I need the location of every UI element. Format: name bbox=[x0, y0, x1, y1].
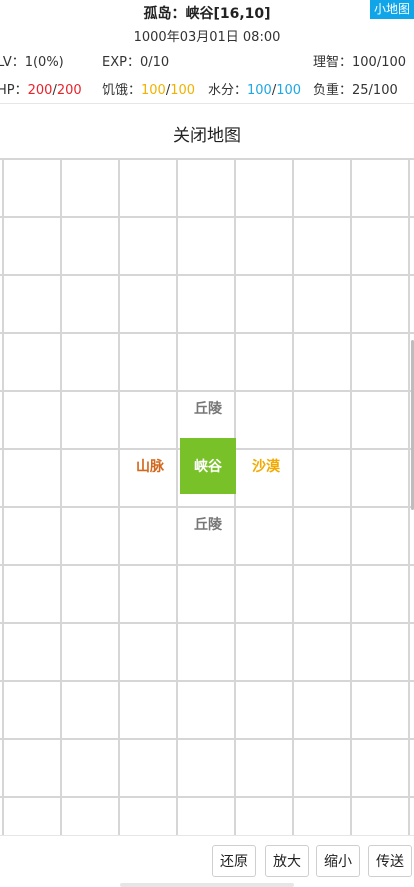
status-header: 孤岛：峡谷[16,10] 1000年03月01日 08:00 小地图 LV：1(… bbox=[0, 0, 414, 104]
water-label: 水分： bbox=[208, 83, 248, 98]
hunger-stat: 饥饿：100/100 bbox=[102, 79, 195, 98]
exp-stat: EXP：0/10 bbox=[102, 55, 170, 70]
map-grid[interactable]: 丘陵 山脉 峡谷 沙漠 丘陵 bbox=[0, 158, 414, 835]
hp-label: HP： bbox=[0, 83, 28, 98]
home-indicator bbox=[120, 883, 294, 887]
close-map-button[interactable]: 关闭地图 bbox=[0, 121, 414, 146]
hunger-current: 100 bbox=[141, 83, 166, 98]
water-max: 100 bbox=[276, 83, 302, 98]
hp-max: 200 bbox=[56, 83, 82, 98]
map-tile-south[interactable]: 丘陵 bbox=[180, 496, 236, 552]
minimap-button[interactable]: 小地图 bbox=[369, 0, 414, 19]
header-divider bbox=[0, 103, 414, 104]
toolbar-divider bbox=[0, 835, 414, 836]
map-tile-current[interactable]: 峡谷 bbox=[180, 438, 236, 494]
map-tile-east[interactable]: 沙漠 bbox=[238, 438, 294, 494]
teleport-button[interactable]: 传送 bbox=[368, 845, 412, 877]
water-stat: 水分：100/100 bbox=[208, 79, 301, 98]
level-stat: LV：1(0%) bbox=[0, 55, 64, 70]
hunger-label: 饥饿： bbox=[102, 83, 142, 98]
restore-button[interactable]: 还原 bbox=[212, 845, 256, 877]
zoom-in-button[interactable]: 放大 bbox=[265, 845, 309, 877]
hp-current: 200 bbox=[27, 83, 53, 98]
zoom-out-button[interactable]: 缩小 bbox=[316, 845, 360, 877]
game-date: 1000年03月01日 08:00 bbox=[133, 30, 281, 45]
water-current: 100 bbox=[247, 83, 272, 98]
map-tile-west[interactable]: 山脉 bbox=[122, 438, 178, 494]
hp-stat: HP：200/200 bbox=[0, 79, 82, 98]
sanity-stat: 理智：100/100 bbox=[313, 55, 407, 70]
load-stat: 负重：25/100 bbox=[313, 83, 398, 98]
map-tile-north[interactable]: 丘陵 bbox=[180, 380, 236, 436]
location-title: 孤岛：峡谷[16,10] bbox=[143, 6, 271, 22]
hunger-max: 100 bbox=[170, 83, 196, 98]
